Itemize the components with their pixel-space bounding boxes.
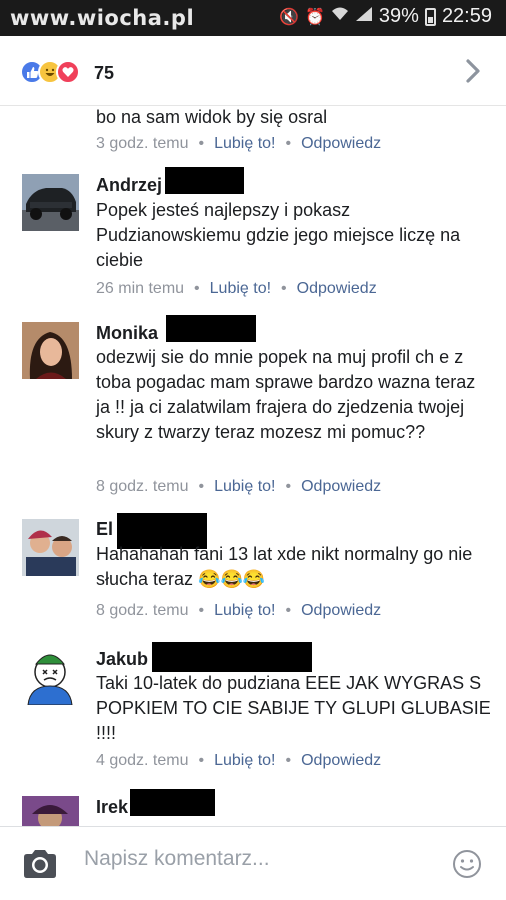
battery-icon xyxy=(424,7,436,26)
clock: 22:59 xyxy=(441,5,492,27)
wifi-icon xyxy=(331,6,349,27)
reply-link[interactable]: Odpowiedz xyxy=(297,280,377,297)
like-link[interactable]: Lubię to! xyxy=(214,602,275,619)
mute-icon: 🔇 xyxy=(279,8,299,26)
avatar[interactable] xyxy=(22,174,79,231)
reply-link[interactable]: Odpowiedz xyxy=(301,478,381,495)
comment-time: 26 min temu xyxy=(96,280,185,297)
comment-time: 8 godz. temu xyxy=(96,602,189,619)
reply-link[interactable]: Odpowiedz xyxy=(301,752,381,769)
comment-input[interactable] xyxy=(84,847,424,871)
comments-sheet: 75 bo na sam widok by się osral 3 godz. … xyxy=(0,36,506,900)
redaction-bar xyxy=(152,642,312,672)
comment-text: Hahahahah fani 13 lat xde nikt normalny … xyxy=(96,544,473,589)
comment-time: 8 godz. temu xyxy=(96,478,189,495)
comment-meta: 4 godz. temu • Lubię to! • Odpowiedz xyxy=(96,752,382,769)
battery-percent: 39% xyxy=(378,5,419,27)
reactions-header[interactable]: 75 xyxy=(0,36,506,106)
reply-link[interactable]: Odpowiedz xyxy=(301,602,381,619)
camera-icon[interactable] xyxy=(22,849,58,879)
avatar[interactable] xyxy=(22,648,79,705)
watermark: www.wiocha.pl xyxy=(10,6,195,30)
redaction-bar xyxy=(166,315,256,342)
comment-composer xyxy=(0,826,506,900)
avatar[interactable] xyxy=(22,519,79,576)
comment-meta: 3 godz. temu • Lubię to! • Odpowiedz xyxy=(96,135,382,152)
commenter-name[interactable]: Andrzej xyxy=(96,175,162,196)
comment-meta: 26 min temu • Lubię to! • Odpowiedz xyxy=(96,280,377,297)
comment-time: 3 godz. temu xyxy=(96,135,189,152)
avatar[interactable] xyxy=(22,796,79,826)
comment-meta: 8 godz. temu • Lubię to! • Odpowiedz xyxy=(96,602,382,619)
signal-icon xyxy=(355,6,373,27)
avatar[interactable] xyxy=(22,322,79,379)
commenter-name[interactable]: Jakub xyxy=(96,649,148,670)
emoji-icon[interactable] xyxy=(452,849,482,879)
like-link[interactable]: Lubię to! xyxy=(214,478,275,495)
love-reaction-icon xyxy=(56,60,80,84)
comment-text: odezwij sie do mnie popek na muj profil … xyxy=(96,347,476,442)
commenter-name[interactable]: El xyxy=(96,519,113,540)
reply-link[interactable]: Odpowiedz xyxy=(301,135,381,152)
like-link[interactable]: Lubię to! xyxy=(214,135,275,152)
status-icons: 🔇 ⏰ 39% 22:59 xyxy=(279,5,492,28)
reaction-icons[interactable] xyxy=(20,60,80,84)
commenter-name[interactable]: Irek xyxy=(96,797,128,818)
alarm-icon: ⏰ xyxy=(304,8,325,26)
comment-meta: 8 godz. temu • Lubię to! • Odpowiedz xyxy=(96,478,382,495)
reaction-count: 75 xyxy=(94,63,115,83)
chevron-right-icon[interactable] xyxy=(462,56,484,86)
comment-text: bo na sam widok by się osral xyxy=(96,107,328,127)
comment-text: Popek jesteś najlepszy i pokasz Pudziano… xyxy=(96,200,461,270)
redaction-bar xyxy=(130,789,215,816)
comment-time: 4 godz. temu xyxy=(96,752,189,769)
comment-text: Taki 10-latek do pudziana EEE JAK WYGRAS… xyxy=(96,673,491,743)
like-link[interactable]: Lubię to! xyxy=(214,752,275,769)
commenter-name[interactable]: Monika xyxy=(96,323,158,344)
redaction-bar xyxy=(165,167,244,194)
status-bar: www.wiocha.pl 🔇 ⏰ 39% 22:59 xyxy=(0,0,506,36)
like-link[interactable]: Lubię to! xyxy=(210,280,271,297)
comment-list[interactable]: bo na sam widok by się osral 3 godz. tem… xyxy=(0,106,506,826)
